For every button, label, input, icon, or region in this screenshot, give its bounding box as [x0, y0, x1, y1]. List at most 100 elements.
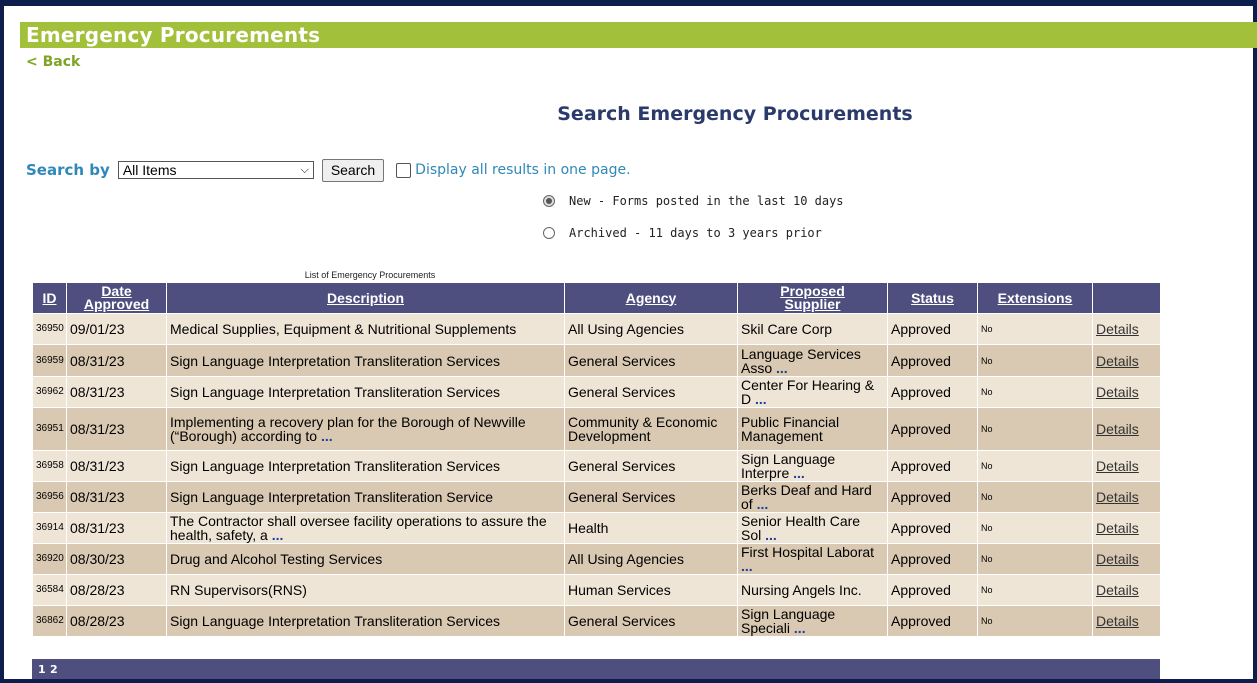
cell-supplier-text: Sign Language Speciali	[741, 606, 836, 636]
table-caption: List of Emergency Procurements	[304, 270, 436, 280]
col-header-status[interactable]: Status	[887, 282, 978, 314]
cell-description: Sign Language Interpretation Translitera…	[166, 376, 565, 408]
details-link[interactable]: Details	[1096, 582, 1139, 598]
details-link[interactable]: Details	[1096, 353, 1139, 369]
cell-id: 36920	[32, 543, 67, 575]
table-row: 36956 08/31/23 Sign Language Interpretatio…	[32, 481, 1161, 513]
cell-description: Drug and Alcohol Testing Services	[166, 543, 565, 575]
table-row: 36951 08/31/23 Implementing a recovery pla…	[32, 407, 1161, 451]
cell-extensions: No	[977, 605, 1093, 637]
cell-details: Details	[1092, 512, 1161, 544]
cell-supplier-text: Nursing Angels Inc.	[741, 582, 862, 598]
col-header-date-approved[interactable]: Date Approved	[66, 282, 167, 314]
supplier-more-link[interactable]: ...	[793, 465, 805, 481]
search-by-select[interactable]: All Items ⌵	[117, 161, 314, 179]
details-link[interactable]: Details	[1096, 384, 1139, 400]
details-link[interactable]: Details	[1096, 458, 1139, 474]
cell-id: 36959	[32, 344, 67, 377]
table-row: 36958 08/31/23 Sign Language Interpretatio…	[32, 450, 1161, 482]
cell-agency: Community & Economic Development	[564, 407, 738, 451]
cell-id: 36914	[32, 512, 67, 544]
cell-description: The Contractor shall oversee facility op…	[166, 512, 565, 544]
description-more-link[interactable]: ...	[272, 527, 284, 543]
details-link[interactable]: Details	[1096, 321, 1139, 337]
cell-supplier: Center For Hearing & D ...	[737, 376, 888, 408]
supplier-more-link[interactable]: ...	[765, 527, 777, 543]
search-bar: Search by All Items ⌵ Search Display all…	[26, 158, 631, 182]
cell-supplier: Sign Language Interpre ...	[737, 450, 888, 482]
cell-description-text: Implementing a recovery plan for the Bor…	[170, 414, 526, 444]
cell-id: 36962	[32, 376, 67, 408]
cell-date: 08/28/23	[66, 574, 167, 606]
cell-id: 36862	[32, 605, 67, 637]
back-link[interactable]: < Back	[26, 54, 80, 70]
display-all-label[interactable]: Display all results in one page.	[415, 162, 630, 178]
pager-page-1[interactable]: 1	[38, 663, 46, 676]
radio-archived-label: Archived - 11 days to 3 years prior	[569, 226, 822, 240]
cell-date: 08/31/23	[66, 344, 167, 377]
cell-id: 36958	[32, 450, 67, 482]
cell-extensions: No	[977, 407, 1093, 451]
cell-extensions: No	[977, 543, 1093, 575]
cell-date: 08/31/23	[66, 512, 167, 544]
cell-description-text: Medical Supplies, Equipment & Nutritiona…	[170, 321, 517, 337]
details-link[interactable]: Details	[1096, 421, 1139, 437]
col-header-description[interactable]: Description	[166, 282, 565, 314]
cell-supplier: First Hospital Laborat ...	[737, 543, 888, 575]
cell-supplier: Language Services Asso ...	[737, 344, 888, 377]
table-row: 36950 09/01/23 Medical Supplies, Equipment…	[32, 313, 1161, 345]
cell-description-text: Sign Language Interpretation Translitera…	[170, 352, 500, 369]
radio-new[interactable]	[543, 195, 555, 207]
radio-archived[interactable]	[543, 227, 555, 239]
col-header-agency[interactable]: Agency	[564, 282, 738, 314]
cell-status: Approved	[887, 605, 978, 637]
details-link[interactable]: Details	[1096, 551, 1139, 567]
cell-description: Sign Language Interpretation Translitera…	[166, 481, 565, 513]
cell-description: RN Supervisors(RNS)	[166, 574, 565, 606]
cell-agency: General Services	[564, 344, 738, 377]
cell-supplier: Sign Language Speciali ...	[737, 605, 888, 637]
cell-supplier: Berks Deaf and Hard of ...	[737, 481, 888, 513]
table-row: 36920 08/30/23 Drug and Alcohol Testing Se…	[32, 543, 1161, 575]
radio-archived-row: Archived - 11 days to 3 years prior	[543, 226, 822, 240]
cell-description-text: Drug and Alcohol Testing Services	[170, 551, 383, 567]
details-link[interactable]: Details	[1096, 613, 1139, 629]
supplier-more-link[interactable]: ...	[741, 558, 753, 574]
col-header-id[interactable]: ID	[32, 282, 67, 314]
cell-description-text: Sign Language Interpretation Translitera…	[170, 384, 500, 400]
description-more-link[interactable]: ...	[321, 428, 333, 444]
col-header-proposed-supplier[interactable]: Proposed Supplier	[737, 282, 888, 314]
cell-supplier: Senior Health Care Sol ...	[737, 512, 888, 544]
cell-supplier: Public Financial Management	[737, 407, 888, 451]
page-title: Emergency Procurements	[26, 23, 321, 47]
search-by-select-value: All Items	[122, 162, 177, 178]
supplier-more-link[interactable]: ...	[794, 620, 806, 636]
cell-description: Sign Language Interpretation Translitera…	[166, 605, 565, 637]
table-row: 36584 08/28/23 RN Supervisors(RNS) Human S…	[32, 574, 1161, 606]
search-button[interactable]: Search	[321, 158, 385, 182]
supplier-more-link[interactable]: ...	[755, 391, 767, 407]
col-header-extensions[interactable]: Extensions	[977, 282, 1093, 314]
cell-id: 36956	[32, 481, 67, 513]
details-link[interactable]: Details	[1096, 520, 1139, 536]
cell-agency: Health	[564, 512, 738, 544]
cell-date: 08/31/23	[66, 407, 167, 451]
cell-details: Details	[1092, 605, 1161, 637]
table-row: 36962 08/31/23 Sign Language Interpretatio…	[32, 376, 1161, 408]
supplier-more-link[interactable]: ...	[757, 496, 769, 512]
supplier-more-link[interactable]: ...	[776, 360, 788, 376]
display-all-checkbox[interactable]	[396, 162, 412, 178]
cell-details: Details	[1092, 450, 1161, 482]
cell-details: Details	[1092, 543, 1161, 575]
cell-details: Details	[1092, 407, 1161, 451]
cell-status: Approved	[887, 543, 978, 575]
details-link[interactable]: Details	[1096, 489, 1139, 505]
table-row: 36862 08/28/23 Sign Language Interpretatio…	[32, 605, 1161, 637]
cell-description: Implementing a recovery plan for the Bor…	[166, 407, 565, 451]
cell-date: 08/31/23	[66, 450, 167, 482]
cell-extensions: No	[977, 376, 1093, 408]
pager-page-2[interactable]: 2	[50, 663, 58, 676]
table-header-row: ID Date Approved Description Agency Prop…	[32, 282, 1161, 314]
cell-status: Approved	[887, 344, 978, 377]
cell-id: 36951	[32, 407, 67, 451]
